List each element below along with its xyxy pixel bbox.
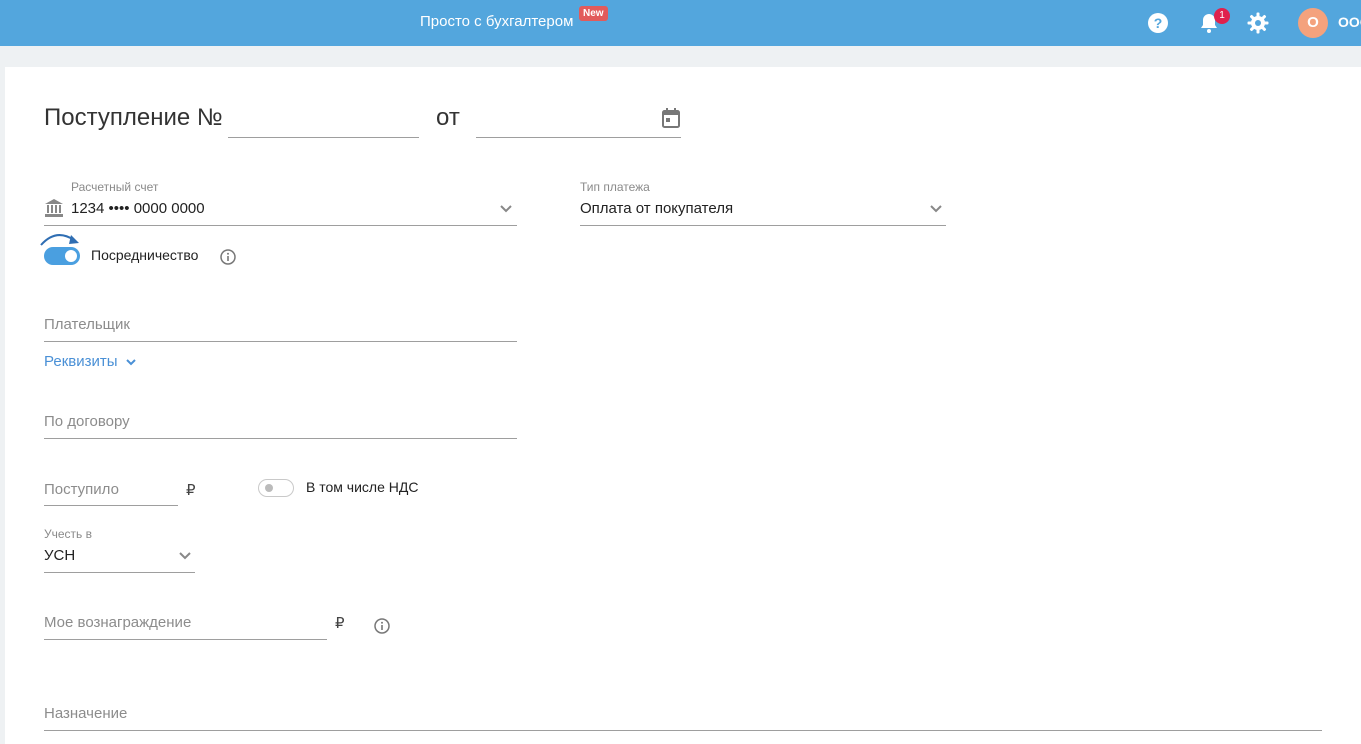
new-badge: New xyxy=(579,6,608,21)
mediation-toggle[interactable] xyxy=(44,247,80,265)
contract-input[interactable] xyxy=(44,438,517,439)
contract-input-placeholder[interactable]: По договору xyxy=(44,413,130,430)
notification-count-badge: 1 xyxy=(1214,8,1230,24)
account-in-select-value[interactable]: УСН xyxy=(44,547,75,564)
svg-text:?: ? xyxy=(1154,15,1163,31)
calendar-icon[interactable] xyxy=(661,107,681,129)
account-in-label: Учесть в xyxy=(44,527,93,541)
company-name[interactable]: ООО xyxy=(1338,14,1361,30)
received-input-placeholder[interactable]: Поступило xyxy=(44,481,119,498)
chevron-down-icon[interactable] xyxy=(930,205,942,213)
date-separator-label: от xyxy=(436,104,460,131)
account-label: Расчетный счет xyxy=(71,180,159,194)
reward-input[interactable] xyxy=(44,639,327,640)
chevron-down-icon[interactable] xyxy=(126,359,136,366)
payment-type-select[interactable] xyxy=(580,225,946,226)
doc-number-input[interactable] xyxy=(228,137,419,138)
purpose-input[interactable] xyxy=(44,730,1322,731)
curved-arrow-icon xyxy=(40,234,79,246)
app-title[interactable]: Просто с бухгалтером xyxy=(420,13,573,30)
account-select-value[interactable]: 1234 •••• 0000 0000 xyxy=(71,200,205,217)
payment-type-label: Тип платежа xyxy=(580,180,650,194)
date-input[interactable] xyxy=(476,137,681,138)
top-bar: Просто с бухгалтером New ? 1 О ООО xyxy=(0,0,1361,46)
info-icon[interactable] xyxy=(220,249,236,265)
reward-input-placeholder[interactable]: Мое вознаграждение xyxy=(44,614,191,631)
payer-input-placeholder[interactable]: Плательщик xyxy=(44,316,130,333)
account-in-select[interactable] xyxy=(44,572,195,573)
currency-ruble-label: ₽ xyxy=(186,482,196,499)
purpose-input-placeholder[interactable]: Назначение xyxy=(44,705,127,722)
gear-icon[interactable] xyxy=(1246,11,1270,35)
page-title: Поступление № xyxy=(44,104,223,131)
vat-toggle[interactable] xyxy=(258,479,294,497)
requisites-link[interactable]: Реквизиты xyxy=(44,353,118,370)
currency-ruble-label: ₽ xyxy=(335,615,345,632)
vat-label: В том числе НДС xyxy=(306,479,419,495)
mediation-label: Посредничество xyxy=(91,247,199,263)
account-select[interactable] xyxy=(44,225,517,226)
payment-type-select-value[interactable]: Оплата от покупателя xyxy=(580,200,733,217)
payer-input[interactable] xyxy=(44,341,517,342)
chevron-down-icon[interactable] xyxy=(179,552,191,560)
avatar[interactable]: О xyxy=(1298,8,1328,38)
chevron-down-icon[interactable] xyxy=(500,205,512,213)
toggle-knob xyxy=(265,484,273,492)
form-card: Поступление № от Расчетный счет 1234 •••… xyxy=(5,67,1361,744)
help-icon[interactable]: ? xyxy=(1146,11,1170,35)
info-icon[interactable] xyxy=(374,618,390,634)
received-input[interactable] xyxy=(44,505,178,506)
bank-icon xyxy=(45,199,63,217)
toggle-knob xyxy=(65,250,77,262)
